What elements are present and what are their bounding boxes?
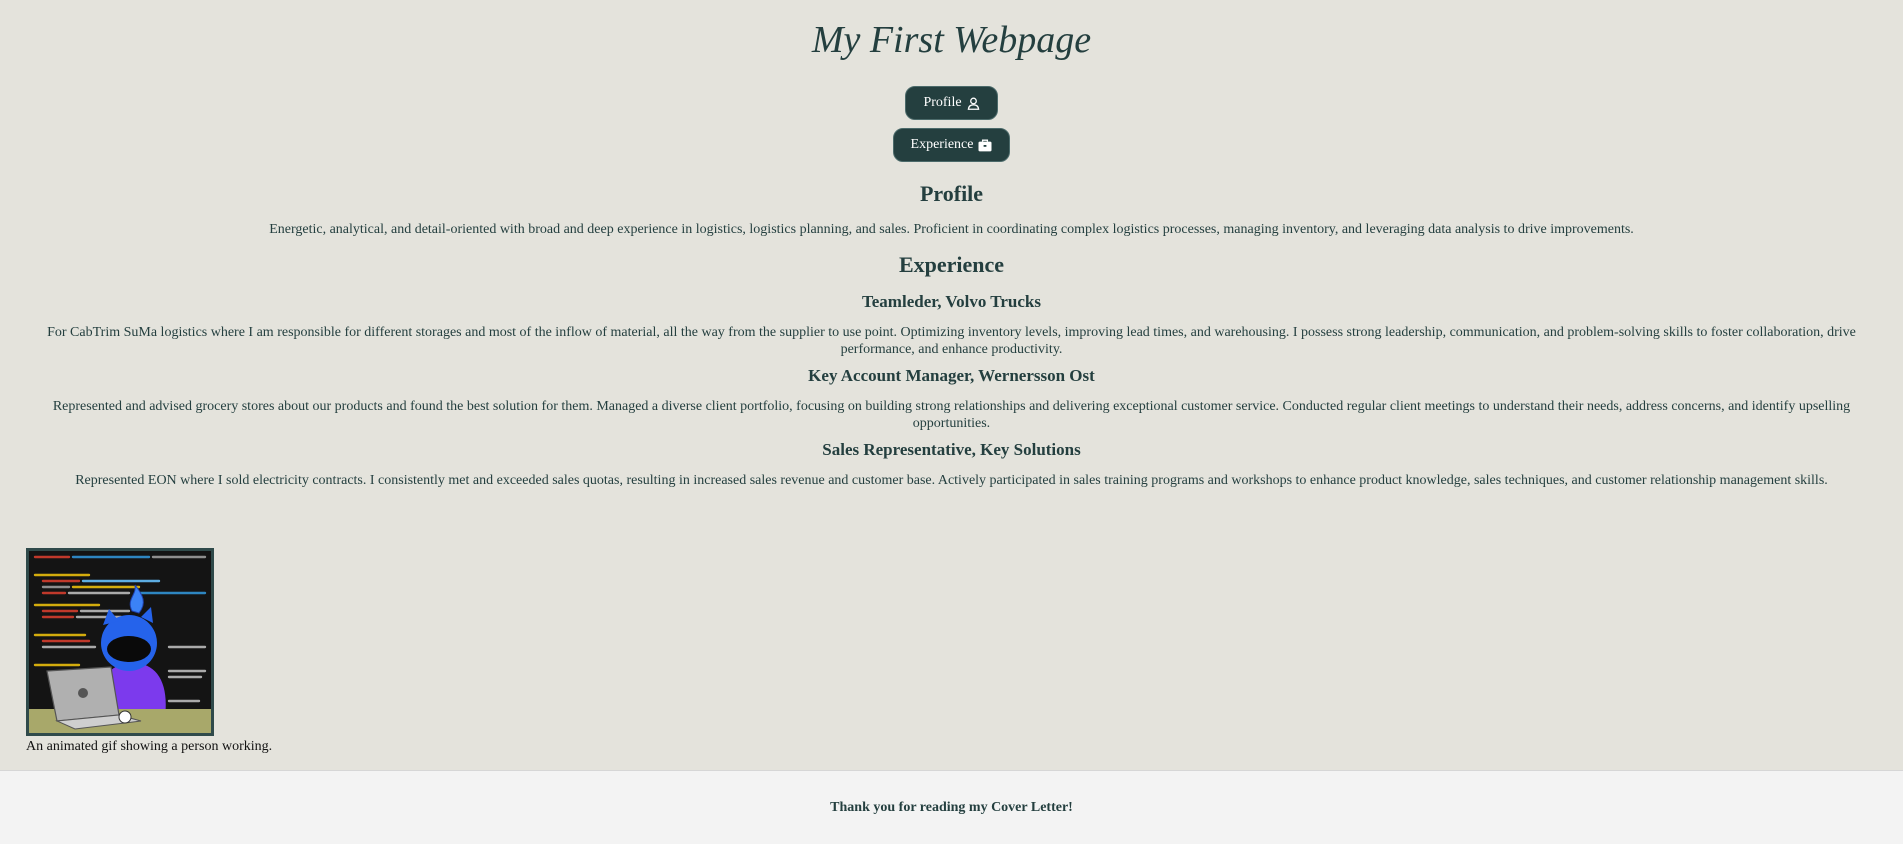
profile-heading: Profile: [919, 181, 984, 206]
experience-button[interactable]: Experience: [892, 128, 1011, 162]
working-person-gif: [26, 548, 214, 736]
job-entry: Key Account Manager, Wernersson Ost Repr…: [0, 366, 1903, 432]
footer-text: Thank you for reading my Cover Letter!: [830, 799, 1073, 815]
job-entry: Sales Representative, Key Solutions Repr…: [0, 440, 1903, 489]
job-description: For CabTrim SuMa logistics where I am re…: [47, 325, 1856, 357]
page-title: My First Webpage: [811, 19, 1092, 61]
experience-heading: Experience: [898, 252, 1005, 277]
job-entry: Teamleder, Volvo Trucks For CabTrim SuMa…: [0, 292, 1903, 358]
profile-section: Profile Energetic, analytical, and detai…: [0, 181, 1903, 238]
user-icon: [967, 97, 980, 110]
gif-caption: An animated gif showing a person working…: [26, 739, 273, 754]
section-nav: Profile Experience: [0, 86, 1903, 162]
job-title: Teamleder, Volvo Trucks: [861, 292, 1041, 311]
job-description: Represented EON where I sold electricity…: [75, 473, 1828, 488]
profile-text: Energetic, analytical, and detail-orient…: [269, 222, 1634, 237]
job-title: Key Account Manager, Wernersson Ost: [808, 366, 1095, 385]
profile-button-label: Profile: [923, 95, 962, 110]
experience-section: Experience Teamleder, Volvo Trucks For C…: [0, 252, 1903, 489]
job-description: Represented and advised grocery stores a…: [52, 399, 1851, 431]
briefcase-icon: [978, 139, 992, 152]
gif-figure: An animated gif showing a person working…: [26, 548, 273, 755]
profile-button[interactable]: Profile: [905, 86, 998, 120]
experience-button-label: Experience: [910, 137, 974, 152]
site-footer: Thank you for reading my Cover Letter!: [0, 770, 1903, 844]
job-title: Sales Representative, Key Solutions: [822, 440, 1081, 459]
